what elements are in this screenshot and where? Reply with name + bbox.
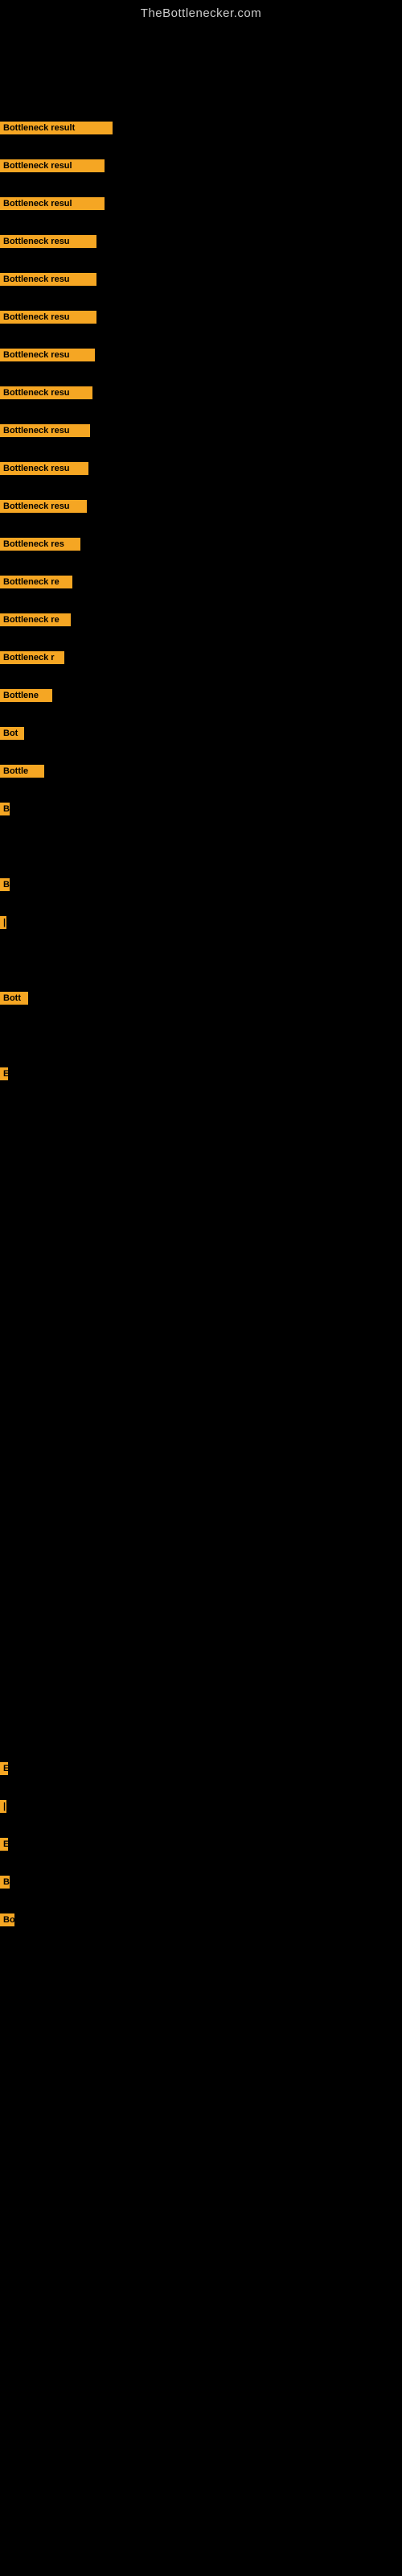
bar-label: | (0, 1800, 6, 1813)
bar-row: Bottleneck resul (0, 159, 105, 172)
bar-row: Bottleneck re (0, 613, 71, 626)
bar-label: Bottleneck resu (0, 273, 96, 286)
bar-label: Bo (0, 1913, 14, 1926)
site-title: TheBottlenecker.com (0, 0, 402, 23)
bar-row: Bottleneck resu (0, 349, 95, 361)
bar-row: Bottleneck resu (0, 500, 87, 513)
bar-row: | (0, 916, 6, 929)
bar-label: Bot (0, 727, 24, 740)
bar-label: Bottleneck re (0, 613, 71, 626)
bar-row: | (0, 1800, 6, 1813)
bar-row: Bottleneck result (0, 122, 113, 134)
bar-row: Bottleneck resu (0, 462, 88, 475)
bar-row: Bottleneck resul (0, 197, 105, 210)
bar-label: E (0, 1838, 8, 1851)
bar-row: B (0, 803, 10, 815)
bar-row: E (0, 1838, 8, 1851)
bar-label: Bottleneck resu (0, 462, 88, 475)
bar-row: Bottleneck res (0, 538, 80, 551)
bar-row: Bottleneck resu (0, 235, 96, 248)
bar-row: Bottleneck resu (0, 386, 92, 399)
bar-label: Bottlene (0, 689, 52, 702)
bar-label: Bottleneck r (0, 651, 64, 664)
bar-row: Bottleneck resu (0, 273, 96, 286)
bar-row: B (0, 1876, 10, 1889)
bar-label: Bott (0, 992, 28, 1005)
bar-label: B (0, 803, 10, 815)
bar-label: Bottleneck resu (0, 386, 92, 399)
bar-row: E (0, 1067, 8, 1080)
bar-row: E (0, 1762, 8, 1775)
bar-label: Bottleneck resu (0, 500, 87, 513)
bar-label: E (0, 1067, 8, 1080)
bar-label: Bottleneck resul (0, 159, 105, 172)
bar-label: Bottleneck resu (0, 349, 95, 361)
bar-row: Bottleneck re (0, 576, 72, 588)
bar-label: Bottleneck res (0, 538, 80, 551)
bar-row: Bottle (0, 765, 44, 778)
bar-label: B (0, 1876, 10, 1889)
bar-row: Bot (0, 727, 24, 740)
bar-label: Bottleneck re (0, 576, 72, 588)
bar-label: Bottleneck result (0, 122, 113, 134)
bar-label: B (0, 878, 10, 891)
bar-label: Bottleneck resul (0, 197, 105, 210)
bar-label: E (0, 1762, 8, 1775)
bar-label: Bottle (0, 765, 44, 778)
bar-row: Bottlene (0, 689, 52, 702)
bar-row: Bottleneck resu (0, 311, 96, 324)
bar-row: Bottleneck r (0, 651, 64, 664)
bar-label: Bottleneck resu (0, 235, 96, 248)
bar-label: | (0, 916, 6, 929)
bar-label: Bottleneck resu (0, 424, 90, 437)
bar-row: B (0, 878, 10, 891)
bar-row: Bottleneck resu (0, 424, 90, 437)
bar-row: Bo (0, 1913, 14, 1926)
bar-label: Bottleneck resu (0, 311, 96, 324)
bar-row: Bott (0, 992, 28, 1005)
